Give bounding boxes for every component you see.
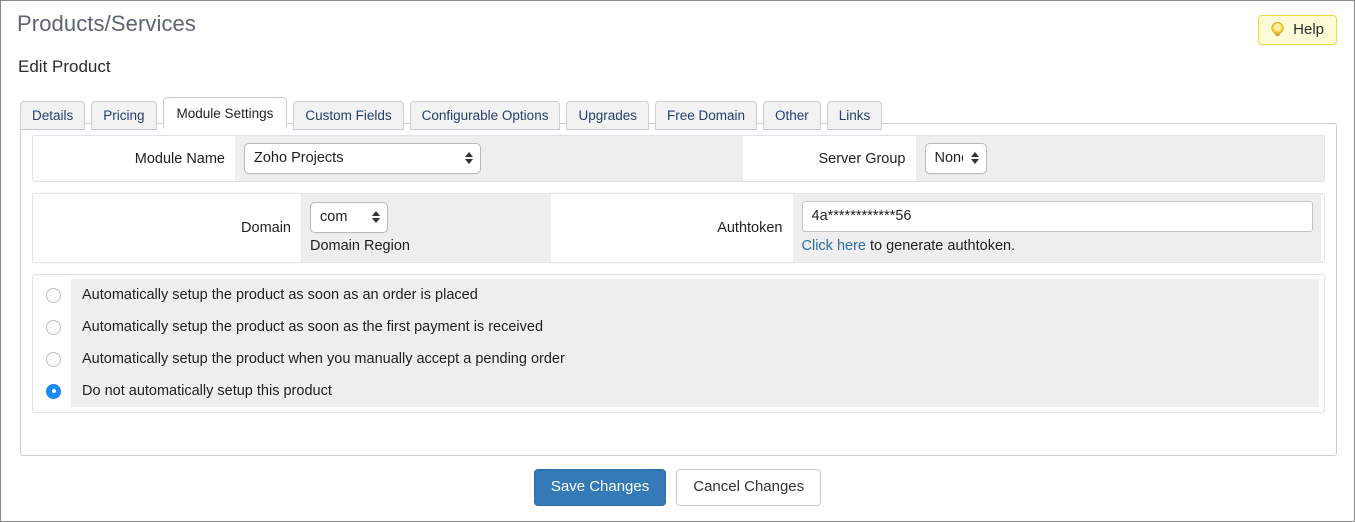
help-button[interactable]: Help [1258,15,1337,45]
authtoken-group: Authtoken Click here to generate authtok… [679,194,1325,262]
page-subtitle: Edit Product [18,57,111,77]
stepper-icon [465,152,473,164]
radio-on-first-payment[interactable] [46,320,61,335]
field-row-module: Module Name Zoho Projects Server Group N… [32,135,1325,182]
authtoken-help-suffix: to generate authtoken. [866,238,1015,254]
module-settings-panel: Module Name Zoho Projects Server Group N… [20,123,1337,456]
authtoken-input[interactable] [802,201,1313,232]
tab-module-settings[interactable]: Module Settings [163,97,288,129]
server-group-control: None [916,136,1325,181]
setup-options-panel: Automatically setup the product as soon … [32,274,1325,413]
field-row-domain: Domain com Domain Region Authtoken Click… [32,193,1325,263]
tab-bar: Details Pricing Module Settings Custom F… [20,97,882,129]
domain-label: Domain [33,220,301,236]
form-actions: Save Changes Cancel Changes [1,469,1354,506]
setup-option-row[interactable]: Automatically setup the product as soon … [38,279,1319,311]
server-group-value: None [935,149,963,167]
lightbulb-icon [1269,21,1286,38]
stepper-icon [971,152,979,164]
tab-upgrades[interactable]: Upgrades [566,101,649,130]
radio-no-auto-setup[interactable] [46,384,61,399]
stepper-icon [372,211,380,223]
module-name-value: Zoho Projects [254,149,343,167]
radio-on-manual-accept[interactable] [46,352,61,367]
server-group-group: Server Group None [679,136,1325,181]
server-group-select[interactable]: None [925,143,987,174]
help-label: Help [1293,21,1324,38]
tab-links[interactable]: Links [827,101,883,130]
radio-on-order-placed[interactable] [46,288,61,303]
domain-group: Domain com Domain Region [33,194,679,262]
module-name-control: Zoho Projects [235,136,743,181]
cancel-changes-button[interactable]: Cancel Changes [676,469,821,506]
tab-configurable-options[interactable]: Configurable Options [410,101,561,130]
setup-option-row[interactable]: Do not automatically setup this product [38,375,1319,407]
module-name-group: Module Name Zoho Projects [33,136,679,181]
authtoken-label: Authtoken [679,220,793,236]
authtoken-help: Click here to generate authtoken. [802,238,1313,255]
module-name-select[interactable]: Zoho Projects [244,143,481,174]
domain-region-select[interactable]: com [310,202,388,233]
setup-option-label: Automatically setup the product as soon … [71,311,1319,343]
setup-option-label: Do not automatically setup this product [71,375,1319,407]
page-title: Products/Services [17,11,196,37]
setup-option-row[interactable]: Automatically setup the product when you… [38,343,1319,375]
domain-region-note: Domain Region [310,238,543,255]
domain-region-value: com [320,208,347,226]
setup-option-label: Automatically setup the product when you… [71,343,1319,375]
tab-details[interactable]: Details [20,101,85,130]
page-root: Products/Services Help Edit Product Deta… [0,0,1355,522]
setup-option-label: Automatically setup the product as soon … [71,279,1319,311]
tab-other[interactable]: Other [763,101,821,130]
authtoken-control: Click here to generate authtoken. [793,194,1321,262]
module-name-label: Module Name [33,151,235,167]
server-group-label: Server Group [679,151,916,167]
generate-authtoken-link[interactable]: Click here [802,238,866,254]
save-changes-button[interactable]: Save Changes [534,469,666,506]
tab-free-domain[interactable]: Free Domain [655,101,757,130]
domain-row-filler [551,194,679,262]
domain-control: com Domain Region [301,194,551,262]
tab-custom-fields[interactable]: Custom Fields [293,101,403,130]
setup-option-row[interactable]: Automatically setup the product as soon … [38,311,1319,343]
tab-pricing[interactable]: Pricing [91,101,156,130]
